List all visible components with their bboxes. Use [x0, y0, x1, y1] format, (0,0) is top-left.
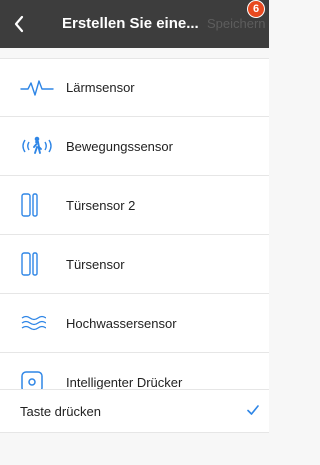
door-sensor-icon	[20, 190, 56, 220]
option-taste-druecken[interactable]: Taste drücken	[0, 389, 269, 433]
list-item-tuersensor-2[interactable]: Türsensor 2	[0, 176, 269, 235]
list-item-bewegungssensor[interactable]: Bewegungssensor	[0, 117, 269, 176]
sensor-list: Lärmsensor Bewegungssensor Türsensor 2 T…	[0, 58, 269, 412]
list-item-label: Türsensor	[66, 256, 125, 272]
motion-person-icon	[20, 131, 56, 161]
list-item-label: Lärmsensor	[66, 80, 135, 95]
list-item-laermsensor[interactable]: Lärmsensor	[0, 58, 269, 117]
save-button[interactable]: Speichern	[207, 16, 269, 31]
sound-wave-icon	[20, 73, 56, 103]
door-sensor-icon	[20, 249, 56, 279]
list-item-label: Intelligenter Drücker	[66, 374, 183, 390]
list-item-tuersensor[interactable]: Türsensor	[0, 235, 269, 294]
back-button[interactable]	[8, 13, 30, 35]
page-title: Erstellen Sie eine...	[62, 15, 199, 32]
water-waves-icon	[20, 308, 56, 338]
option-label: Taste drücken	[20, 403, 101, 419]
checkmark-icon	[247, 405, 259, 415]
list-item-label: Hochwassersensor	[66, 315, 177, 331]
notification-badge: 6	[247, 0, 265, 18]
list-item-label: Türsensor 2	[66, 197, 136, 213]
chevron-left-icon	[14, 15, 24, 33]
list-item-label: Bewegungssensor	[66, 138, 173, 154]
list-item-hochwassersensor[interactable]: Hochwassersensor	[0, 294, 269, 353]
top-bar: Erstellen Sie eine... Speichern 6	[0, 0, 269, 48]
